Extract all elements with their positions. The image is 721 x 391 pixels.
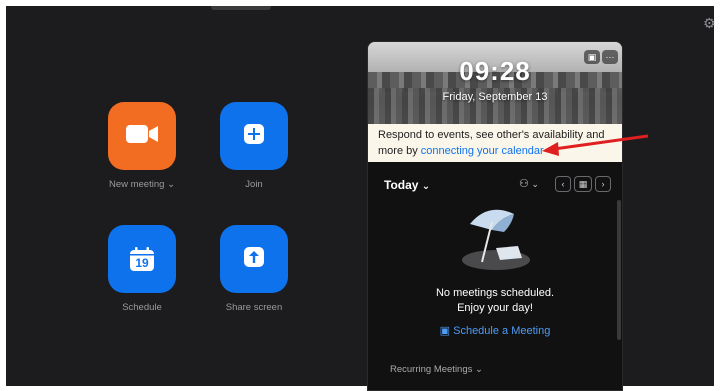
schedule-meeting-label: Schedule a Meeting bbox=[453, 325, 551, 337]
next-day-button[interactable]: › bbox=[595, 176, 611, 192]
calendar-panel: 09:28 Friday, September 13 ▣ ··· Respond… bbox=[367, 41, 623, 391]
empty-state-text: No meetings scheduled. Enjoy your day! bbox=[368, 286, 622, 316]
calendar-icon: ▣ bbox=[439, 325, 451, 337]
chevron-down-icon[interactable]: ⌄ bbox=[167, 179, 175, 190]
chevron-down-icon: ⌄ bbox=[475, 364, 483, 375]
schedule-label: Schedule bbox=[122, 302, 162, 313]
share-screen-label: Share screen bbox=[225, 302, 283, 313]
chevron-down-icon: ⌄ bbox=[421, 181, 431, 192]
video-camera-icon bbox=[125, 123, 159, 150]
schedule-meeting-link[interactable]: ▣ Schedule a Meeting bbox=[368, 324, 622, 337]
calendar-icon: 19 bbox=[129, 246, 155, 272]
arrow-up-icon bbox=[243, 246, 265, 273]
recurring-meetings-toggle[interactable]: Recurring Meetings ⌄ bbox=[390, 364, 483, 375]
chevron-right-icon: › bbox=[601, 179, 605, 189]
calendar-add-icon[interactable]: ▣ bbox=[584, 50, 600, 64]
calendar-picker-button[interactable]: ▦ bbox=[574, 176, 592, 192]
calendar-toolbar: Today ⌄ ⚇ ⌄ ‹ ▦ › bbox=[368, 170, 622, 200]
more-options-icon[interactable]: ··· bbox=[602, 50, 618, 64]
calendar-icon: ▦ bbox=[578, 178, 588, 189]
scrollbar[interactable] bbox=[617, 200, 621, 340]
today-label: Today bbox=[384, 178, 419, 192]
today-dropdown[interactable]: Today ⌄ bbox=[384, 178, 430, 192]
previous-day-button[interactable]: ‹ bbox=[555, 176, 571, 192]
join-label: Join bbox=[245, 179, 263, 190]
annotation-arrow-icon bbox=[542, 134, 649, 156]
recurring-meetings-label: Recurring Meetings bbox=[390, 364, 473, 375]
people-filter-button[interactable]: ⚇ ⌄ bbox=[519, 177, 539, 190]
plus-icon bbox=[243, 123, 265, 150]
schedule-button[interactable]: 19 bbox=[108, 225, 176, 293]
join-button[interactable] bbox=[220, 102, 288, 170]
empty-state-subtitle: Enjoy your day! bbox=[457, 302, 533, 314]
new-meeting-button[interactable] bbox=[108, 102, 176, 170]
clock-banner: 09:28 Friday, September 13 ▣ ··· bbox=[368, 42, 622, 124]
chevron-down-icon: ⌄ bbox=[528, 179, 539, 189]
gear-icon[interactable]: ⚙ bbox=[703, 16, 717, 30]
beach-umbrella-illustration bbox=[456, 202, 536, 274]
person-icon: ⚇ bbox=[519, 178, 529, 190]
clock-date: Friday, September 13 bbox=[442, 91, 548, 103]
calendar-day-number: 19 bbox=[135, 256, 149, 270]
chevron-left-icon: ‹ bbox=[561, 179, 565, 189]
empty-state-title: No meetings scheduled. bbox=[435, 287, 554, 299]
new-meeting-label[interactable]: New meeting ⌄ bbox=[106, 179, 178, 190]
share-screen-button[interactable] bbox=[220, 225, 288, 293]
connect-calendar-link[interactable]: connecting your calendar bbox=[421, 145, 544, 157]
window-drag-handle[interactable] bbox=[211, 6, 271, 10]
